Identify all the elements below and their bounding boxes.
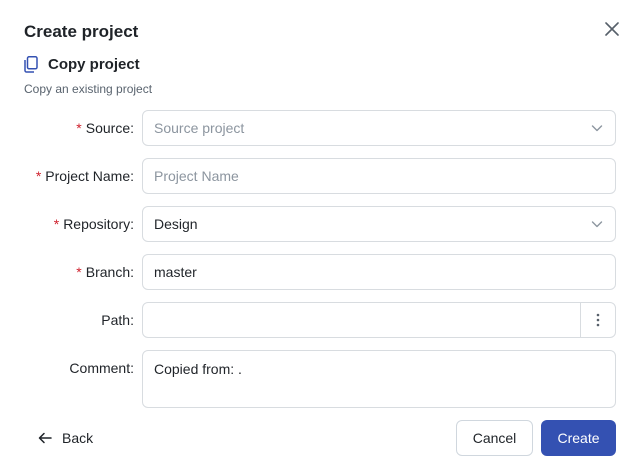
path-input[interactable] bbox=[143, 303, 580, 337]
path-row: Path: bbox=[0, 302, 640, 338]
repository-row: * Repository: Design bbox=[0, 206, 640, 242]
repository-label: * Repository: bbox=[53, 216, 134, 232]
repository-select[interactable]: Design bbox=[142, 206, 616, 242]
cancel-button[interactable]: Cancel bbox=[456, 420, 533, 456]
source-row: * Source: Source project bbox=[0, 110, 640, 146]
path-field bbox=[142, 302, 616, 338]
comment-textarea[interactable]: Copied from: . bbox=[142, 350, 616, 408]
project-name-row: * Project Name: Project Name bbox=[0, 158, 640, 194]
chevron-down-icon bbox=[591, 221, 603, 228]
source-select[interactable]: Source project bbox=[142, 110, 616, 146]
close-icon bbox=[605, 22, 619, 36]
subheader-title: Copy project bbox=[48, 55, 140, 73]
required-mark: * bbox=[76, 120, 82, 136]
required-mark: * bbox=[76, 264, 82, 280]
project-name-input[interactable]: Project Name bbox=[142, 158, 616, 194]
path-more-button[interactable] bbox=[580, 303, 615, 337]
subheader-description: Copy an existing project bbox=[24, 82, 153, 96]
create-button[interactable]: Create bbox=[541, 420, 616, 456]
dialog-title: Create project bbox=[24, 22, 139, 41]
branch-value: master bbox=[154, 264, 197, 280]
more-vertical-icon bbox=[596, 313, 600, 327]
source-label: * Source: bbox=[76, 120, 134, 136]
branch-input[interactable]: master bbox=[142, 254, 616, 290]
subheader: Copy project bbox=[24, 54, 140, 74]
repository-value: Design bbox=[154, 216, 198, 232]
close-button[interactable] bbox=[600, 17, 624, 41]
project-name-placeholder: Project Name bbox=[154, 168, 239, 184]
create-project-dialog: Create project Copy project Copy an exis… bbox=[0, 0, 640, 476]
branch-row: * Branch: master bbox=[0, 254, 640, 290]
required-mark: * bbox=[35, 168, 42, 184]
arrow-left-icon bbox=[38, 432, 52, 444]
copy-icon bbox=[24, 55, 40, 73]
branch-label: * Branch: bbox=[76, 264, 134, 280]
source-placeholder: Source project bbox=[154, 120, 245, 136]
back-label: Back bbox=[62, 430, 94, 446]
project-name-label: * Project Name: bbox=[35, 168, 134, 184]
chevron-down-icon bbox=[591, 125, 603, 132]
comment-label: Comment: bbox=[69, 360, 134, 376]
path-label: Path: bbox=[101, 312, 134, 328]
back-button[interactable]: Back bbox=[38, 426, 93, 450]
required-mark: * bbox=[53, 216, 60, 232]
